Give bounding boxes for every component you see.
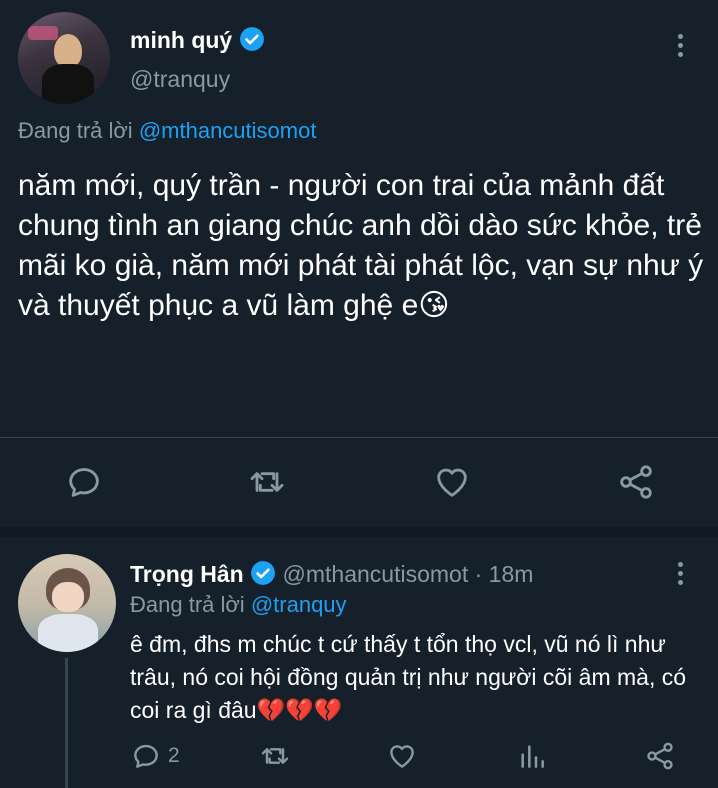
analytics-button[interactable] bbox=[516, 740, 548, 772]
like-button[interactable] bbox=[432, 462, 472, 502]
tweet-text: ê đm, đhs m chúc t cứ thấy t tổn thọ vcl… bbox=[130, 631, 687, 723]
verified-icon bbox=[250, 560, 276, 592]
like-icon bbox=[437, 468, 467, 497]
more-icon[interactable] bbox=[676, 562, 684, 585]
retweet-icon bbox=[250, 472, 284, 492]
author-handle[interactable]: @mthancutisomot bbox=[283, 561, 469, 587]
retweet-button[interactable] bbox=[246, 462, 288, 502]
more-icon[interactable] bbox=[676, 34, 684, 57]
avatar[interactable] bbox=[18, 12, 110, 104]
share-button[interactable] bbox=[644, 740, 676, 772]
retweet-icon bbox=[261, 748, 289, 764]
reply-prefix: Đang trả lời bbox=[18, 118, 133, 143]
avatar[interactable] bbox=[18, 554, 116, 652]
separator: · bbox=[474, 561, 483, 588]
reply-prefix: Đang trả lời bbox=[130, 592, 245, 617]
reply-icon bbox=[69, 468, 99, 497]
like-icon bbox=[390, 745, 414, 768]
reply-count: 2 bbox=[168, 744, 180, 767]
share-icon bbox=[620, 465, 652, 499]
reply-icon bbox=[134, 744, 158, 768]
reply-to-link[interactable]: @mthancutisomot bbox=[139, 118, 317, 143]
share-icon bbox=[647, 742, 673, 770]
author-name[interactable]: minh quý bbox=[130, 27, 232, 53]
reply-button[interactable]: 2 bbox=[130, 740, 180, 772]
like-button[interactable] bbox=[386, 740, 418, 772]
reply-to-link[interactable]: @tranquy bbox=[251, 592, 347, 617]
reply-button[interactable] bbox=[64, 462, 104, 502]
retweet-button[interactable] bbox=[258, 740, 292, 772]
author-name[interactable]: Trọng Hân bbox=[130, 561, 244, 587]
analytics-icon bbox=[521, 745, 544, 768]
section-divider bbox=[0, 527, 718, 537]
share-button[interactable] bbox=[616, 462, 656, 502]
timestamp[interactable]: 18m bbox=[489, 561, 534, 587]
author-handle[interactable]: @tranquy bbox=[130, 66, 230, 93]
verified-icon bbox=[239, 26, 265, 58]
thread-line bbox=[65, 658, 68, 788]
tweet-text: năm mới, quý trần - người con trai của m… bbox=[18, 169, 704, 322]
divider bbox=[0, 437, 718, 438]
